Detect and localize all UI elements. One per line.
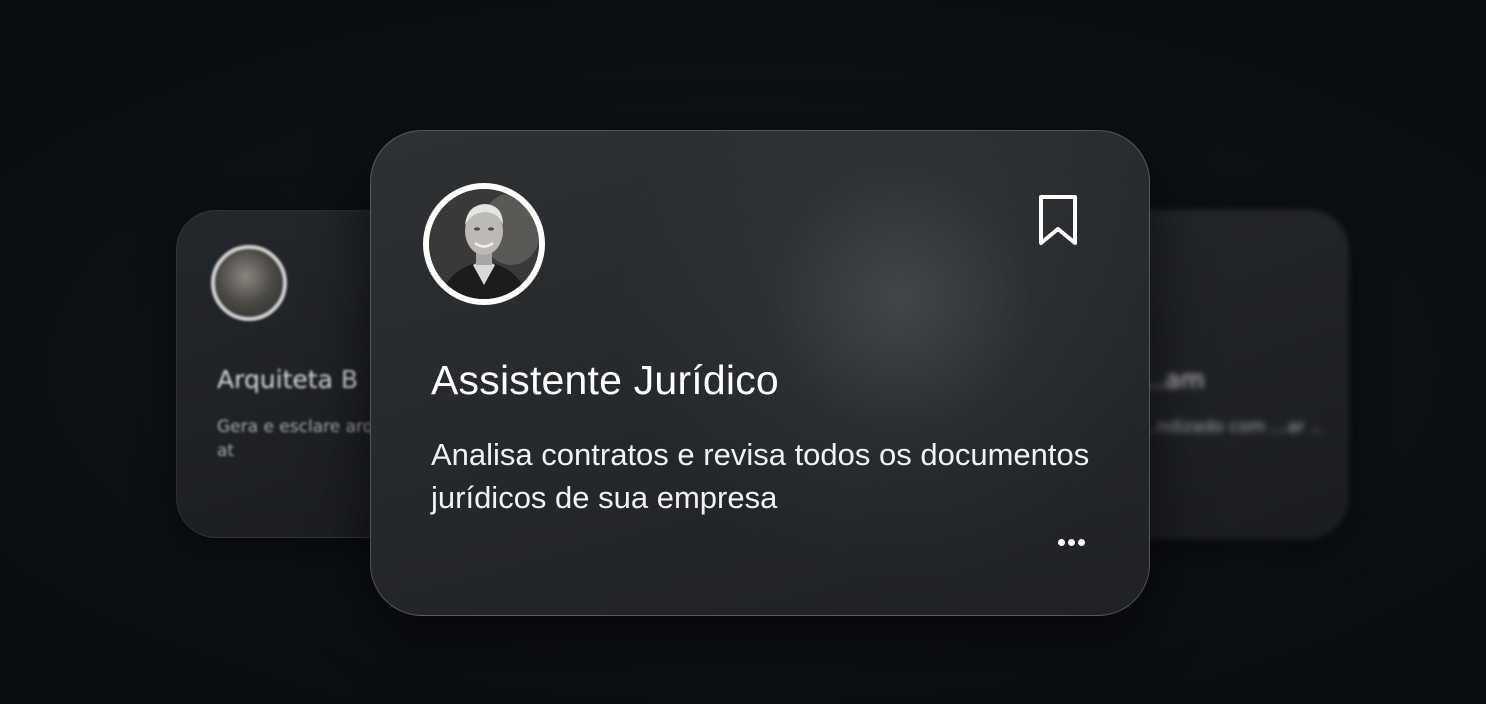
card-title: ...am [1141,365,1205,394]
more-options-button[interactable] [1051,527,1091,557]
more-options-icon [1057,538,1065,546]
more-options-icon [1077,538,1085,546]
avatar [211,245,287,321]
assistant-card-main[interactable]: Assistente Jurídico Analisa contratos e … [370,130,1150,616]
more-options-icon [1067,538,1075,546]
person-photo-icon [429,189,539,299]
bookmark-icon [1039,195,1077,245]
card-title: Arquiteta B [217,365,359,394]
bookmark-button[interactable] [1035,193,1081,249]
avatar [423,183,545,305]
card-description: Analisa contratos e revisa todos os docu… [431,437,1090,515]
card-title: Assistente Jurídico [431,357,779,403]
card-description: ...ndizado com ...ar .. [1141,417,1321,437]
avatar-photo [429,189,539,299]
